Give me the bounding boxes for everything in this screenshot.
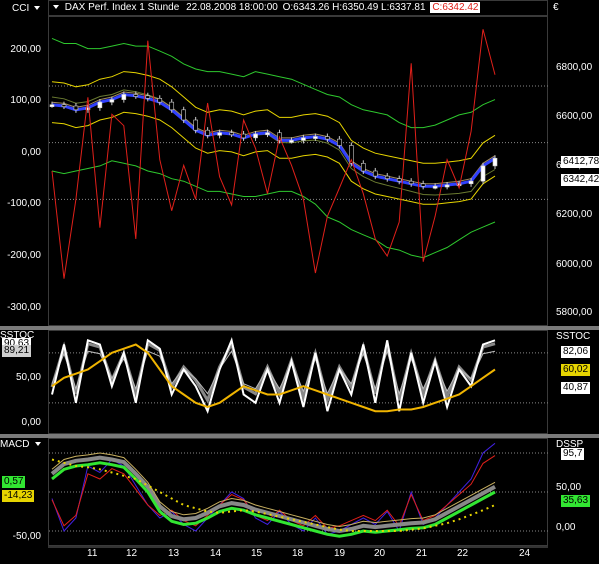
macd-indicator-menu[interactable]: MACD (0, 439, 42, 450)
sstoc-slow-line (50, 339, 496, 406)
sstoc-value-right: 40,87 (561, 382, 591, 394)
candle-body (61, 104, 67, 107)
envelope-upper-line (51, 71, 496, 164)
macd-line (51, 461, 496, 538)
candle-body (49, 104, 55, 107)
cci-axis-tick: 200,00 (10, 44, 41, 55)
candle-body (169, 101, 175, 111)
chevron-down-icon (35, 442, 42, 447)
candle-body (109, 99, 115, 103)
candle-body (157, 98, 163, 103)
candle-body (313, 136, 318, 139)
cci-axis-tick: -200,00 (7, 250, 41, 261)
candle-body (193, 119, 198, 131)
sstoc-right-label: SSTOC (556, 331, 591, 342)
candle-body (396, 178, 402, 182)
x-axis-tick: 22 (457, 548, 469, 559)
x-axis-tick: 18 (292, 548, 304, 559)
candle-body (121, 94, 127, 100)
candle-body (229, 132, 234, 136)
macd-value: 0,57 (2, 476, 26, 488)
candle-body (217, 132, 222, 136)
cci-axis-tick: -100,00 (7, 198, 41, 209)
price-axis-tick: 6800,00 (556, 62, 593, 73)
dssp-value: 95,7 (561, 448, 585, 460)
candle-body (468, 180, 474, 185)
candle-body (432, 186, 438, 189)
price-axis-tick: 6200,00 (556, 209, 593, 220)
candle-body (492, 157, 498, 167)
chart-canvas (48, 29, 548, 548)
candle-body (241, 133, 246, 139)
price-marker-last: 6342,42 (561, 174, 599, 186)
candle-body (372, 170, 378, 177)
sstoc-value-slow: 89,21 (2, 345, 32, 357)
cci-axis-tick: -300,00 (7, 302, 41, 313)
sstoc-value-right: 60,02 (561, 364, 591, 376)
candle-body (408, 180, 414, 185)
cci-axis-tick: 100,00 (10, 95, 41, 106)
candle-body (325, 136, 330, 140)
price-axis-tick: 6600,00 (556, 111, 593, 122)
candle-body (480, 165, 486, 182)
sstoc-value-right: 82,06 (561, 346, 591, 358)
x-axis-tick: 21 (416, 548, 428, 559)
candle-body (253, 133, 258, 139)
price-marker-ma: 6412,78 (561, 156, 599, 168)
sstoc-axis-tick: 50,00 (15, 372, 41, 383)
x-axis-tick: 11 (87, 548, 98, 559)
macd-signal-value: -14,23 (2, 490, 35, 502)
macd-axis-tick: -50,00 (12, 531, 41, 542)
x-axis-tick: 12 (126, 548, 138, 559)
sstoc-axis-tick: 0,00 (21, 417, 41, 428)
candle-body (301, 137, 306, 141)
price-axis-tick: 5800,00 (556, 307, 593, 318)
candle-body (145, 95, 151, 99)
x-axis-tick: 19 (334, 548, 346, 559)
price-line (51, 92, 496, 188)
candle-body (337, 138, 342, 146)
dssp-axis-tick: 50,00 (556, 482, 582, 493)
x-axis-tick: 24 (519, 548, 531, 559)
candle-body (133, 94, 139, 97)
candle-body (360, 163, 366, 172)
candle-body (181, 109, 187, 121)
candle-body (420, 183, 426, 187)
macd-label: MACD (0, 439, 30, 450)
candle-body (97, 101, 103, 109)
cci-axis-tick: 0,00 (21, 147, 41, 158)
x-axis-tick: 15 (251, 548, 263, 559)
dssp-value: 35,63 (561, 495, 591, 507)
x-axis-tick: 20 (374, 548, 386, 559)
candle-body (444, 184, 450, 188)
price-axis-tick: 6000,00 (556, 259, 593, 270)
candle-body (265, 132, 270, 136)
candle-body (289, 140, 294, 143)
candle-body (205, 129, 210, 136)
x-axis-tick: 13 (168, 548, 180, 559)
dssp-axis-tick: 0,00 (556, 522, 576, 533)
candle-body (73, 105, 79, 111)
x-axis-tick: 14 (210, 548, 222, 559)
candle-body (384, 175, 390, 179)
